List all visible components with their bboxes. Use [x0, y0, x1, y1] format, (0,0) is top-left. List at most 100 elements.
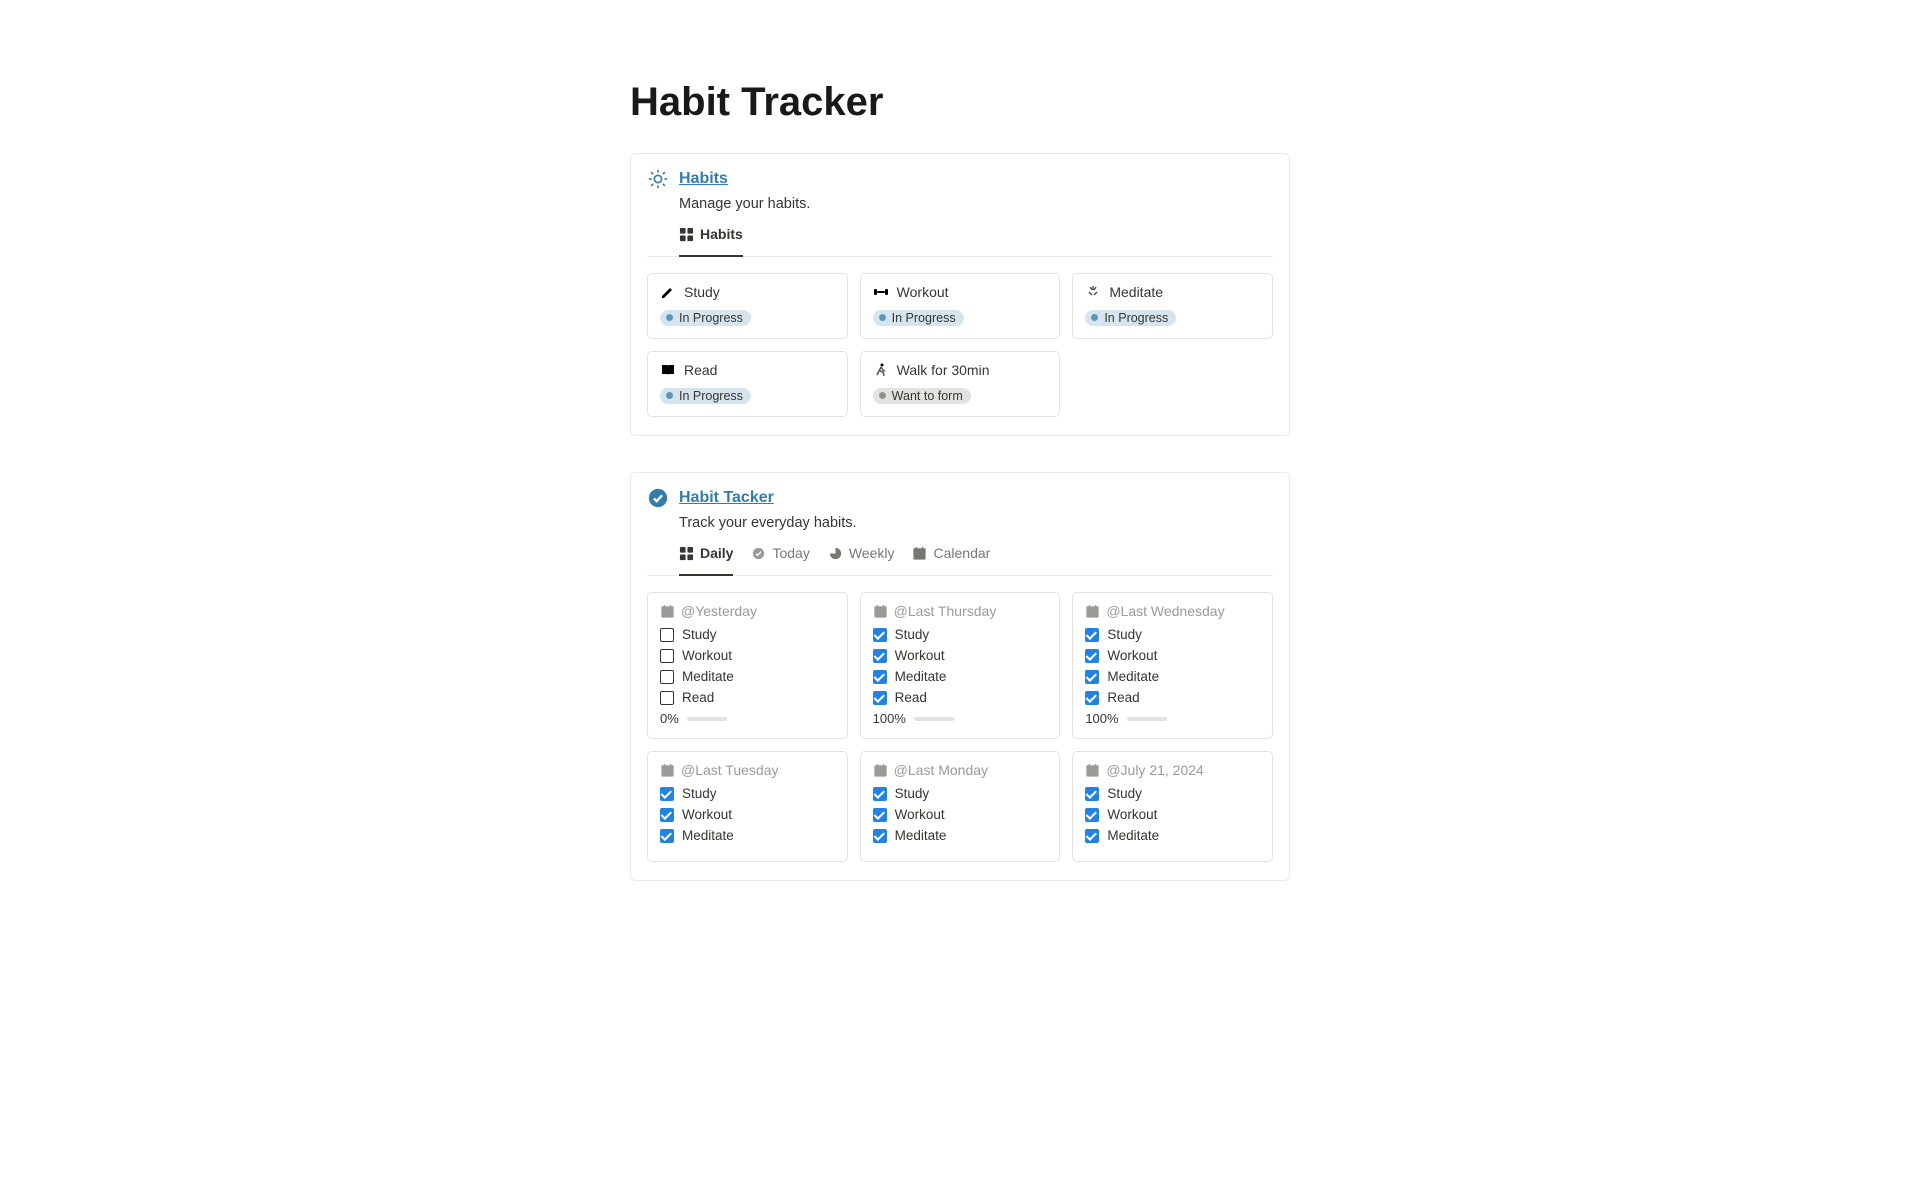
habit-label: Study	[682, 786, 717, 801]
habits-title-link[interactable]: Habits	[679, 170, 728, 188]
checkbox[interactable]	[1085, 691, 1099, 705]
habit-label: Study	[682, 627, 717, 642]
habit-label: Meditate	[895, 669, 947, 684]
habit-check-row: Meditate	[873, 828, 1048, 843]
tracker-title-link[interactable]: Habit Tacker	[679, 489, 774, 507]
view-weekly[interactable]: Weekly	[828, 545, 895, 567]
day-title: @July 21, 2024	[1106, 762, 1204, 778]
checkbox[interactable]	[1085, 649, 1099, 663]
tracker-panel: Habit Tacker Track your everyday habits.…	[630, 472, 1290, 881]
habit-label: Study	[1107, 627, 1142, 642]
day-title: @Yesterday	[681, 603, 757, 619]
day-title: @Last Wednesday	[1106, 603, 1224, 619]
view-calendar[interactable]: Calendar	[912, 545, 990, 567]
checkbox[interactable]	[1085, 787, 1099, 801]
habit-label: Workout	[895, 648, 945, 663]
tracker-desc: Track your everyday habits.	[679, 515, 1273, 531]
check-circle-icon	[647, 487, 669, 509]
habit-label: Meditate	[1107, 828, 1159, 843]
progress-text: 100%	[1085, 711, 1118, 726]
grid-icon	[679, 546, 694, 561]
habit-name: Walk for 30min	[897, 362, 990, 378]
day-title: @Last Thursday	[894, 603, 997, 619]
habit-label: Study	[895, 786, 930, 801]
habit-check-row: Meditate	[1085, 669, 1260, 684]
habit-name: Workout	[897, 284, 949, 300]
status-badge: In Progress	[660, 310, 751, 326]
habit-label: Workout	[682, 648, 732, 663]
checkbox[interactable]	[660, 691, 674, 705]
status-badge: In Progress	[660, 388, 751, 404]
view-today[interactable]: Today	[751, 545, 809, 567]
day-title: @Last Tuesday	[681, 762, 779, 778]
status-badge: In Progress	[873, 310, 964, 326]
status-badge: Want to form	[873, 388, 971, 404]
habit-card[interactable]: Read In Progress	[647, 351, 848, 417]
habit-label: Meditate	[682, 828, 734, 843]
habit-check-row: Read	[660, 690, 835, 705]
checkbox[interactable]	[873, 829, 887, 843]
habit-check-row: Study	[1085, 786, 1260, 801]
habit-card[interactable]: Study In Progress	[647, 273, 848, 339]
day-card[interactable]: @Last Wednesday Study Workout Meditate R…	[1072, 592, 1273, 739]
progress-row: 100%	[1085, 711, 1260, 726]
checkbox[interactable]	[660, 628, 674, 642]
checkbox[interactable]	[660, 649, 674, 663]
habit-check-row: Workout	[660, 648, 835, 663]
checkbox[interactable]	[873, 808, 887, 822]
habit-label: Workout	[682, 807, 732, 822]
status-text: In Progress	[679, 389, 743, 403]
habit-label: Workout	[1107, 648, 1157, 663]
checkbox[interactable]	[873, 628, 887, 642]
calendar-icon	[1085, 604, 1100, 619]
day-card[interactable]: @Last Monday Study Workout Meditate	[860, 751, 1061, 862]
checkbox[interactable]	[660, 808, 674, 822]
day-card[interactable]: @Last Tuesday Study Workout Meditate	[647, 751, 848, 862]
habit-name: Study	[684, 284, 720, 300]
checkbox[interactable]	[660, 787, 674, 801]
habit-card[interactable]: Meditate In Progress	[1072, 273, 1273, 339]
habit-check-row: Read	[1085, 690, 1260, 705]
habit-card[interactable]: Walk for 30min Want to form	[860, 351, 1061, 417]
status-text: Want to form	[892, 389, 963, 403]
habit-check-row: Workout	[873, 807, 1048, 822]
checkbox[interactable]	[660, 670, 674, 684]
progress-row: 100%	[873, 711, 1048, 726]
habit-name: Meditate	[1109, 284, 1163, 300]
habit-check-row: Study	[1085, 627, 1260, 642]
checkbox[interactable]	[873, 787, 887, 801]
habit-check-row: Workout	[1085, 648, 1260, 663]
habits-panel: Habits Manage your habits. Habits Study …	[630, 153, 1290, 436]
checkbox[interactable]	[1085, 670, 1099, 684]
checkbox[interactable]	[873, 691, 887, 705]
calendar-icon	[873, 763, 888, 778]
habit-label: Study	[895, 627, 930, 642]
checkbox[interactable]	[873, 670, 887, 684]
day-card[interactable]: @July 21, 2024 Study Workout Meditate	[1072, 751, 1273, 862]
habit-label: Workout	[895, 807, 945, 822]
habit-check-row: Workout	[873, 648, 1048, 663]
day-card[interactable]: @Yesterday Study Workout Meditate Read 0…	[647, 592, 848, 739]
habit-check-row: Workout	[1085, 807, 1260, 822]
view-habits[interactable]: Habits	[679, 226, 743, 248]
habit-check-row: Read	[873, 690, 1048, 705]
study-icon	[660, 284, 676, 300]
workout-icon	[873, 284, 889, 300]
habits-desc: Manage your habits.	[679, 196, 1273, 212]
habit-check-row: Meditate	[1085, 828, 1260, 843]
habit-label: Workout	[1107, 807, 1157, 822]
day-title: @Last Monday	[894, 762, 988, 778]
habit-check-row: Meditate	[660, 669, 835, 684]
habit-name: Read	[684, 362, 717, 378]
checkbox[interactable]	[660, 829, 674, 843]
checkbox[interactable]	[1085, 829, 1099, 843]
view-label: Weekly	[849, 545, 895, 561]
habit-card[interactable]: Workout In Progress	[860, 273, 1061, 339]
day-card[interactable]: @Last Thursday Study Workout Meditate Re…	[860, 592, 1061, 739]
status-text: In Progress	[892, 311, 956, 325]
checkbox[interactable]	[873, 649, 887, 663]
checkbox[interactable]	[1085, 808, 1099, 822]
habit-check-row: Study	[873, 786, 1048, 801]
checkbox[interactable]	[1085, 628, 1099, 642]
view-daily[interactable]: Daily	[679, 545, 733, 567]
